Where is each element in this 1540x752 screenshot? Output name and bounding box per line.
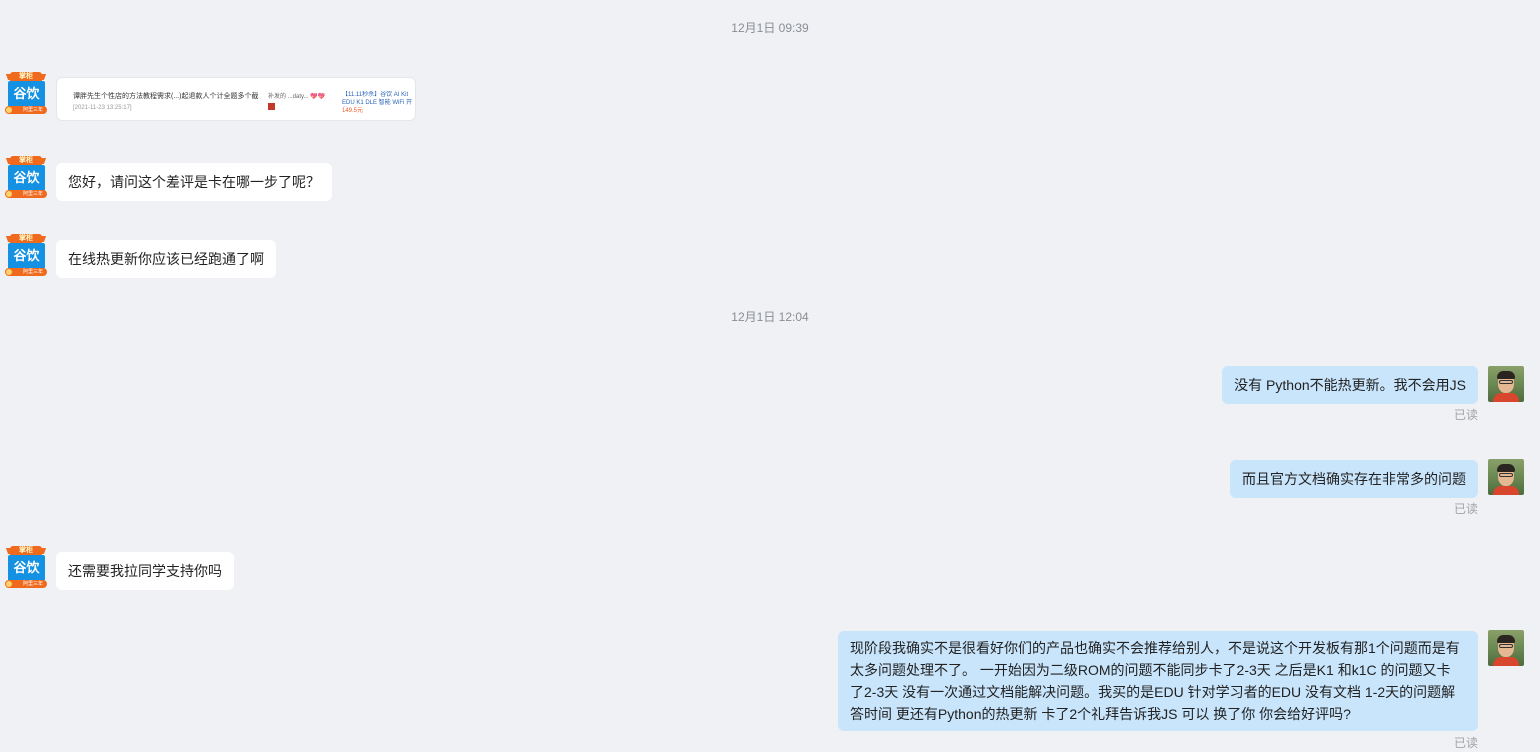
outgoing-message-long[interactable]: 现阶段我确实不是很看好你们的产品也确实不会推荐给别人，不是说这个开发板有那1个问… — [838, 631, 1478, 731]
user-avatar-hair — [1497, 635, 1515, 643]
message-line: 了2-3天 没有一次通过文档能解决问题。我买的是EDU 针对学习者的EDU 没有… — [850, 684, 1456, 700]
user-avatar-hair — [1497, 371, 1515, 379]
card-middle-text: 补发的 ...daty... — [268, 94, 309, 100]
seller-ribbon: 阿里三年 — [5, 580, 47, 588]
seller-ribbon: 阿里三年 — [5, 268, 47, 276]
user-avatar-shirt — [1493, 657, 1519, 666]
read-status: 已读 — [1453, 502, 1478, 516]
card-date: [2021-11-23 13:25:17] — [73, 105, 132, 111]
seller-ribbon: 阿里三年 — [5, 190, 47, 198]
incoming-message[interactable]: 在线热更新你应该已经跑通了啊 — [56, 240, 276, 278]
seller-avatar-name: 谷饮 — [8, 81, 45, 107]
seller-avatar-name: 谷饮 — [8, 243, 45, 269]
card-middle: 补发的 ...daty... 💖💖 — [268, 91, 332, 110]
message-line: 现阶段我确实不是很看好你们的产品也确实不会推荐给别人，不是说这个开发板有那1个问… — [850, 640, 1460, 656]
read-status: 已读 — [1453, 736, 1478, 750]
card-product-title: 【11.11秒杀】谷饮⁠ AI⁠ Kit⁠ EDU⁠ K1⁠ DLE⁠ 智能 W… — [342, 92, 413, 106]
user-avatar-shirt — [1493, 393, 1519, 402]
timestamp: 12月1日 09:39 — [731, 21, 809, 35]
seller-avatar[interactable]: 掌柜 谷饮 阿里三年 — [5, 546, 47, 588]
user-avatar[interactable] — [1488, 630, 1524, 666]
user-avatar[interactable] — [1488, 366, 1524, 402]
user-avatar-glasses — [1499, 644, 1513, 648]
incoming-message[interactable]: 还需要我拉同学支持你吗 — [56, 552, 234, 590]
outgoing-message[interactable]: 而且官方文档确实存在非常多的问题 — [1230, 460, 1478, 498]
seller-avatar[interactable]: 掌柜 谷饮 阿里三年 — [5, 156, 47, 198]
user-avatar[interactable] — [1488, 459, 1524, 495]
timestamp: 12月1日 12:04 — [731, 310, 809, 324]
user-avatar-glasses — [1499, 380, 1513, 384]
chat-window: 12月1日 09:39 掌柜 谷饮 阿里三年 谭胖先生个性店的方法教程需求(..… — [0, 0, 1540, 752]
seller-avatar-name: 谷饮 — [8, 165, 45, 191]
user-avatar-glasses — [1499, 473, 1513, 477]
card-title: 谭胖先生个性店的方法教程需求(...)⁠起退款人⁠个⁠计⁠全⁠题⁠多⁠个⁠截⁠图 — [73, 93, 259, 100]
card-order-info: 谭胖先生个性店的方法教程需求(...)⁠起退款人⁠个⁠计⁠全⁠题⁠多⁠个⁠截⁠图… — [73, 91, 259, 111]
read-status: 已读 — [1453, 408, 1478, 422]
user-avatar-shirt — [1493, 486, 1519, 495]
seller-avatar[interactable]: 掌柜 谷饮 阿里三年 — [5, 234, 47, 276]
card-price: 149.5元 — [342, 108, 364, 114]
seller-avatar[interactable]: 掌柜 谷饮 阿里三年 — [5, 72, 47, 114]
incoming-message[interactable]: 您好，请问这个差评是卡在哪一步了呢？ — [56, 163, 332, 201]
card-product[interactable]: 【11.11秒杀】谷饮⁠ AI⁠ Kit⁠ EDU⁠ K1⁠ DLE⁠ 智能 W… — [342, 91, 415, 115]
outgoing-message[interactable]: 没有 Python不能热更新。我不会用JS — [1222, 366, 1478, 404]
product-card[interactable]: 谭胖先生个性店的方法教程需求(...)⁠起退款人⁠个⁠计⁠全⁠题⁠多⁠个⁠截⁠图… — [56, 77, 416, 121]
user-avatar-hair — [1497, 464, 1515, 472]
card-thumbnail-icon — [268, 103, 275, 110]
seller-ribbon: 阿里三年 — [5, 106, 47, 114]
message-line: 答时间 更还有Python的热更新 卡了2个礼拜告诉我JS 可以 换了你 你会给… — [850, 706, 1351, 722]
seller-avatar-name: 谷饮 — [8, 555, 45, 581]
message-line: 太多问题处理不了。 一开始因为二级ROM的问题不能同步卡了2-3天 之后是K1 … — [850, 662, 1451, 678]
card-emoji: 💖💖 — [310, 94, 326, 100]
